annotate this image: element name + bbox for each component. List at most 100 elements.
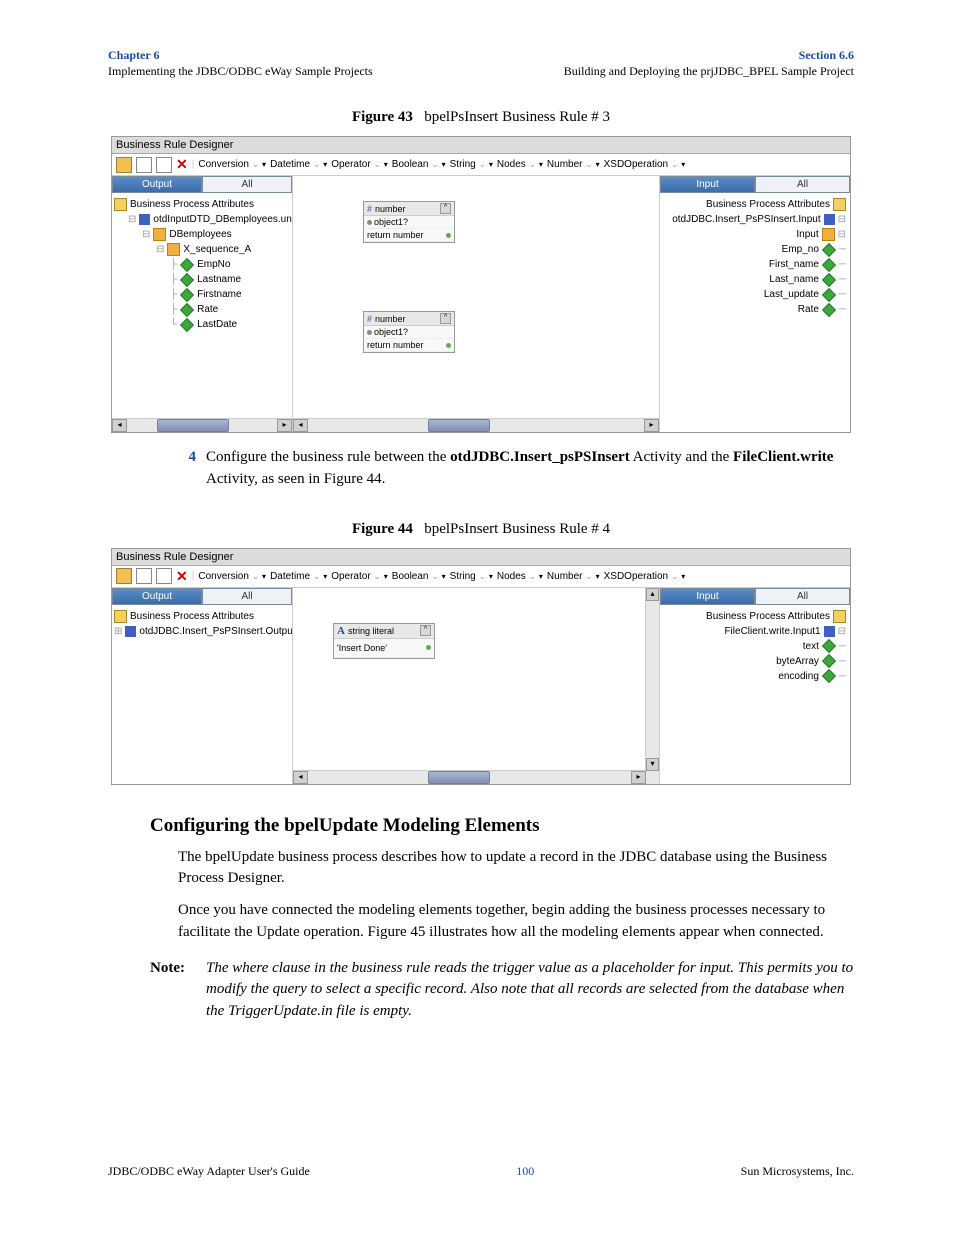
- menu-xsdoperation[interactable]: XSDOperation ⌄ ▾: [604, 571, 686, 582]
- collapse-icon[interactable]: ^: [420, 625, 431, 636]
- right-tree: Business Process Attributes FileClient.w…: [660, 605, 850, 784]
- tree-node[interactable]: X_sequence_A: [183, 242, 251, 257]
- footer-left: JDBC/ODBC eWay Adapter User's Guide: [108, 1164, 310, 1179]
- tree-node[interactable]: otdJDBC.Insert_PsPSInsert.Input: [672, 212, 820, 227]
- tree-leaf[interactable]: Rate: [798, 302, 819, 317]
- tree-node[interactable]: Input: [796, 227, 818, 242]
- tree-root[interactable]: Business Process Attributes: [706, 609, 830, 624]
- scrollbar-horizontal[interactable]: ◂ ▸: [293, 418, 659, 432]
- close-icon[interactable]: ✕: [176, 568, 188, 585]
- tree-leaf[interactable]: text: [803, 639, 819, 654]
- tree-node[interactable]: DBemployees: [169, 227, 231, 242]
- tree-leaf[interactable]: Lastname: [197, 272, 241, 287]
- menu-boolean[interactable]: Boolean ⌄ ▾: [392, 571, 446, 582]
- tree-leaf[interactable]: encoding: [778, 669, 819, 684]
- hash-icon: #: [367, 314, 372, 324]
- right-panel: Input All Business Process Attributes ot…: [660, 176, 850, 432]
- tree-leaf[interactable]: Last_update: [764, 287, 819, 302]
- scrollbar-vertical[interactable]: ▴ ▾: [645, 588, 659, 784]
- tree-leaf[interactable]: Last_name: [769, 272, 818, 287]
- tab-all[interactable]: All: [202, 588, 292, 605]
- leaf-icon: [822, 243, 836, 257]
- figure44-caption: Figure 44 bpelPsInsert Business Rule # 4: [108, 521, 854, 538]
- input-port-icon[interactable]: [367, 220, 372, 225]
- leaf-icon: [180, 258, 194, 272]
- node-icon: [824, 626, 835, 637]
- left-panel: Output All Business Process Attributes ⊞…: [112, 588, 292, 784]
- menu-string[interactable]: String ⌄ ▾: [450, 571, 493, 582]
- menu-xsdoperation[interactable]: XSDOperation ⌄ ▾: [604, 159, 686, 170]
- menu-string[interactable]: String ⌄ ▾: [450, 159, 493, 170]
- menu-number[interactable]: Number ⌄ ▾: [547, 571, 600, 582]
- left-tree: Business Process Attributes ⊞otdJDBC.Ins…: [112, 605, 292, 784]
- output-port-icon[interactable]: [426, 645, 431, 650]
- tree-node[interactable]: otdInputDTD_DBemployees.unmar: [153, 212, 292, 227]
- leaf-icon: [822, 288, 836, 302]
- tree-leaf[interactable]: Firstname: [197, 287, 241, 302]
- function-literal-box[interactable]: Astring literal^ 'Insert Done': [333, 623, 435, 659]
- tree-root[interactable]: Business Process Attributes: [130, 609, 254, 624]
- collapse-icon[interactable]: ^: [440, 203, 451, 214]
- section-label: Section 6.6: [564, 48, 854, 64]
- tree-root[interactable]: Business Process Attributes: [130, 197, 254, 212]
- tab-all[interactable]: All: [755, 176, 850, 193]
- note-text: The where clause in the business rule re…: [206, 958, 854, 1023]
- figure43-caption: Figure 43 bpelPsInsert Business Rule # 3: [108, 109, 854, 126]
- toolbar-icon[interactable]: [156, 568, 172, 584]
- output-port-icon[interactable]: [446, 233, 451, 238]
- tab-all[interactable]: All: [202, 176, 292, 193]
- tab-input[interactable]: Input: [660, 588, 755, 605]
- tab-output[interactable]: Output: [112, 588, 202, 605]
- function-number-box[interactable]: #number^ object1? return number: [363, 201, 455, 243]
- center-canvas[interactable]: Astring literal^ 'Insert Done' ▴ ▾ ◂ ▸: [292, 588, 660, 784]
- tree-root-icon: [114, 198, 127, 211]
- tree-leaf[interactable]: Emp_no: [782, 242, 819, 257]
- menu-nodes[interactable]: Nodes ⌄ ▾: [497, 159, 543, 170]
- designer-title: Business Rule Designer: [112, 549, 850, 566]
- menu-datetime[interactable]: Datetime ⌄ ▾: [270, 159, 327, 170]
- right-panel: Input All Business Process Attributes Fi…: [660, 588, 850, 784]
- scrollbar-horizontal[interactable]: ◂ ▸: [112, 418, 292, 432]
- paragraph: The bpelUpdate business process describe…: [178, 847, 854, 891]
- figure43-designer: Business Rule Designer ✕ | Conversion ⌄ …: [111, 136, 851, 433]
- scrollbar-horizontal[interactable]: ◂ ▸: [293, 770, 646, 784]
- menu-nodes[interactable]: Nodes ⌄ ▾: [497, 571, 543, 582]
- menu-conversion[interactable]: Conversion ⌄ ▾: [198, 571, 266, 582]
- tab-output[interactable]: Output: [112, 176, 202, 193]
- menu-conversion[interactable]: Conversion ⌄ ▾: [198, 159, 266, 170]
- tree-root[interactable]: Business Process Attributes: [706, 197, 830, 212]
- toolbar-icon[interactable]: [136, 157, 152, 173]
- tree-leaf[interactable]: byteArray: [776, 654, 819, 669]
- tree-leaf[interactable]: First_name: [769, 257, 819, 272]
- toolbar-icon[interactable]: [116, 568, 132, 584]
- menu-operator[interactable]: Operator ⌄ ▾: [331, 159, 388, 170]
- tab-all[interactable]: All: [755, 588, 850, 605]
- tab-input[interactable]: Input: [660, 176, 755, 193]
- menu-datetime[interactable]: Datetime ⌄ ▾: [270, 571, 327, 582]
- leaf-icon: [180, 273, 194, 287]
- folder-icon: [167, 243, 180, 256]
- note-label: Note:: [150, 958, 206, 1023]
- tree-node[interactable]: otdJDBC.Insert_PsPSInsert.Output: [139, 624, 292, 639]
- tree-leaf[interactable]: Rate: [197, 302, 218, 317]
- tree-node[interactable]: FileClient.write.Input1: [724, 624, 820, 639]
- leaf-icon: [822, 639, 836, 653]
- menu-operator[interactable]: Operator ⌄ ▾: [331, 571, 388, 582]
- node-icon: [139, 214, 150, 225]
- tree-root-icon: [833, 198, 846, 211]
- toolbar-icon[interactable]: [136, 568, 152, 584]
- tree-root-icon: [833, 610, 846, 623]
- close-icon[interactable]: ✕: [176, 156, 188, 173]
- toolbar-icon[interactable]: [116, 157, 132, 173]
- output-port-icon[interactable]: [446, 343, 451, 348]
- tree-leaf[interactable]: EmpNo: [197, 257, 230, 272]
- collapse-icon[interactable]: ^: [440, 313, 451, 324]
- menu-boolean[interactable]: Boolean ⌄ ▾: [392, 159, 446, 170]
- toolbar-icon[interactable]: [156, 157, 172, 173]
- center-canvas[interactable]: #number^ object1? return number #number^…: [292, 176, 660, 432]
- function-number-box[interactable]: #number^ object1? return number: [363, 311, 455, 353]
- input-port-icon[interactable]: [367, 330, 372, 335]
- tree-leaf[interactable]: LastDate: [197, 317, 237, 332]
- menu-number[interactable]: Number ⌄ ▾: [547, 159, 600, 170]
- step-number: 4: [172, 447, 196, 491]
